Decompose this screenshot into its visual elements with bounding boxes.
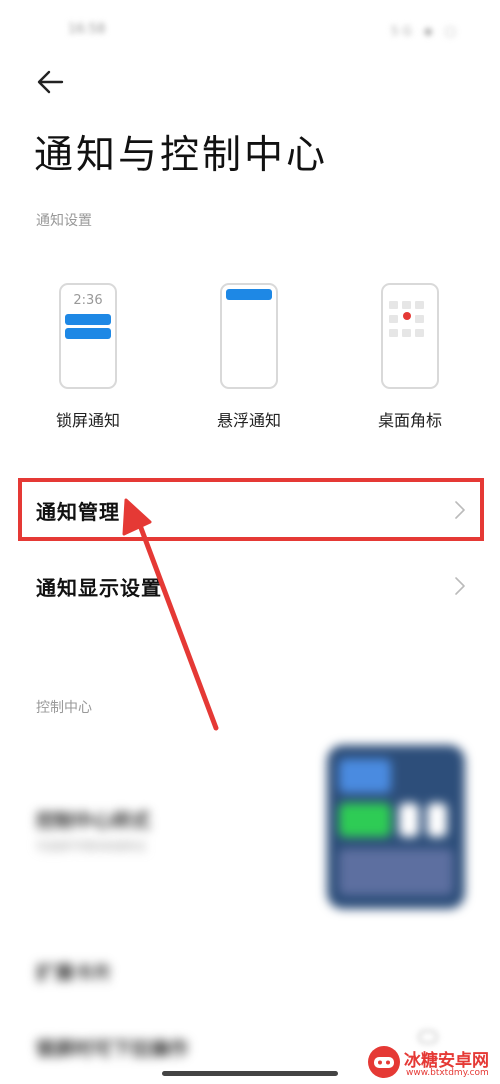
style-option-floating[interactable]: 悬浮通知 [199, 283, 299, 443]
app-grid-cell [415, 301, 424, 309]
notification-bar-shape [226, 289, 272, 300]
app-grid-cell [415, 315, 424, 323]
cc-slider-shape [399, 803, 419, 837]
app-grid-cell [389, 315, 398, 323]
app-grid-cell [402, 329, 411, 337]
style-option-label: 悬浮通知 [216, 411, 281, 430]
list-item-notification-management[interactable]: 通知管理 [20, 480, 484, 540]
section-label-control-center: 控制中心 [36, 700, 92, 716]
control-center-preview [327, 745, 465, 909]
section-label-notification-settings: 通知设置 [36, 213, 92, 229]
chevron-right-icon [455, 577, 465, 595]
notification-bar-shape [65, 314, 111, 325]
cc-tile-shape [339, 803, 391, 837]
lockscreen-phone-preview: 2:36 [59, 283, 117, 389]
back-button[interactable] [32, 62, 72, 102]
cc-tile-shape [339, 849, 453, 895]
control-center-style-title: 控制中心样式 [36, 810, 151, 832]
style-option-badge[interactable]: 桌面角标 [360, 283, 460, 443]
cc-tile-shape [339, 759, 391, 793]
app-grid-cell [402, 301, 411, 309]
cc-slider-shape [427, 803, 447, 837]
expand-card-title: 扩展卡片 [36, 962, 113, 984]
lockscreen-pulldown-toggle[interactable] [418, 1030, 438, 1044]
lockscreen-preview-time: 2:36 [73, 293, 103, 308]
style-option-label: 锁屏通知 [55, 411, 120, 430]
watermark-url: www.btxtdmy.com [406, 1068, 489, 1078]
control-center-style-subtitle: 可选择不同的系统样式 [36, 840, 146, 853]
list-item-label: 通知显示设置 [36, 576, 162, 600]
status-time: 16:58 [68, 22, 106, 37]
watermark-logo-icon [368, 1046, 400, 1078]
style-option-lockscreen[interactable]: 2:36 锁屏通知 [38, 283, 138, 443]
list-item-label: 通知管理 [36, 500, 120, 524]
notification-bar-shape [65, 328, 111, 339]
page-title: 通知与控制中心 [34, 133, 329, 178]
back-arrow-icon [37, 70, 64, 94]
badge-dot-icon [403, 312, 411, 320]
floating-phone-preview [220, 283, 278, 389]
app-grid-cell [389, 301, 398, 309]
watermark: 冰糖安卓网 www.btxtdmy.com [366, 1044, 500, 1084]
status-bar: 16:58 5G ◆ ▢ [0, 0, 500, 60]
list-item-notification-display-settings[interactable]: 通知显示设置 [20, 556, 484, 616]
app-grid-cell [415, 329, 424, 337]
lockscreen-pulldown-title: 锁屏时可下拉操作 [36, 1038, 189, 1060]
home-indicator[interactable] [162, 1071, 338, 1076]
chevron-right-icon [455, 501, 465, 519]
status-icons: 5G ◆ ▢ [390, 24, 460, 38]
badge-phone-preview [381, 283, 439, 389]
style-option-label: 桌面角标 [377, 411, 442, 430]
app-grid-cell [389, 329, 398, 337]
